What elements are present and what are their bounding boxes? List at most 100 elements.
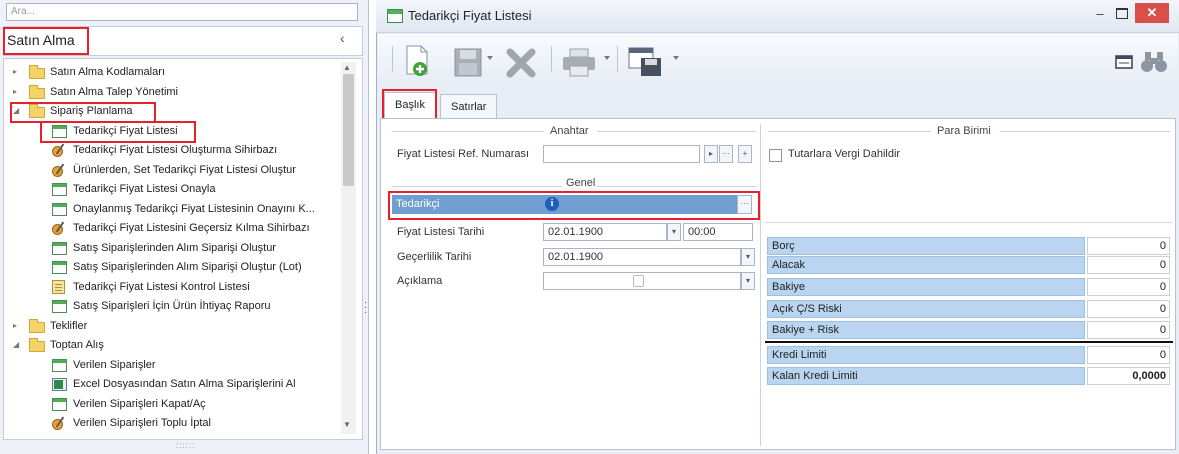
group-title-anahtar: Anahtar <box>550 125 589 137</box>
summary-value: 0 <box>1087 237 1170 255</box>
ref-number-label: Fiyat Listesi Ref. Numarası <box>397 148 530 160</box>
scroll-down-icon[interactable]: ▼ <box>343 420 351 429</box>
validity-date-input[interactable]: 02.01.1900 <box>543 248 741 266</box>
module-title: Satın Alma <box>7 32 75 48</box>
tab-baslik[interactable]: Başlık <box>384 92 436 119</box>
group-title-genel: Genel <box>566 177 596 189</box>
layout-save-icon[interactable] <box>628 46 664 78</box>
info-icon[interactable]: i <box>545 197 559 211</box>
folder-icon <box>29 319 45 333</box>
summary-label: Kredi Limiti <box>767 346 1085 364</box>
date-dropdown-icon[interactable]: ▾ <box>667 223 681 241</box>
group-line <box>598 131 756 132</box>
summary-label: Bakiye + Risk <box>767 321 1085 339</box>
print-dropdown-icon[interactable] <box>604 56 610 60</box>
save-icon[interactable] <box>454 48 482 78</box>
window-layout-icon[interactable] <box>1115 54 1133 70</box>
tree-item-label: Satış Siparişleri İçin Ürün İhtiyaç Rapo… <box>73 300 271 312</box>
summary-row-kalan-kredi: Kalan Kredi Limiti 0,0000 <box>767 367 1170 385</box>
summary-value: 0 <box>1087 321 1170 339</box>
tab-satirlar[interactable]: Satırlar <box>440 94 498 119</box>
validity-date-label: Geçerlilik Tarihi <box>397 251 472 263</box>
scroll-up-icon[interactable]: ▲ <box>343 63 351 72</box>
ref-number-input[interactable] <box>543 145 700 163</box>
wizard-icon <box>52 143 67 157</box>
window-title: Tedarikçi Fiyat Listesi <box>408 8 532 23</box>
tree-item-label: Teklifler <box>50 320 88 332</box>
tree-item-label: Tedarikçi Fiyat Listesi Onayla <box>73 183 216 195</box>
layout-dropdown-icon[interactable] <box>673 56 679 60</box>
validity-dropdown-icon[interactable]: ▾ <box>741 248 755 266</box>
summary-row-borc: Borç 0 <box>767 237 1170 255</box>
report-icon <box>52 280 65 294</box>
collapsed-arrow-icon[interactable]: ▸ <box>13 321 21 330</box>
tree-item-label: Tedarikçi Fiyat Listesi Oluşturma Sihirb… <box>73 144 278 156</box>
summary-value: 0,0000 <box>1087 367 1170 385</box>
wizard-icon <box>52 163 67 177</box>
folder-icon <box>29 85 45 99</box>
summary-row-bakiye: Bakiye 0 <box>767 278 1170 296</box>
form-icon <box>52 183 67 196</box>
new-document-icon[interactable] <box>404 44 432 78</box>
tedarikci-input[interactable] <box>539 195 737 214</box>
form-icon <box>52 359 67 372</box>
folder-icon <box>29 65 45 79</box>
group-line <box>392 131 544 132</box>
search-input[interactable]: Ara... <box>6 3 358 21</box>
summary-value: 0 <box>1087 256 1170 274</box>
price-list-time-input[interactable]: 00:00 <box>683 223 753 241</box>
wizard-icon <box>52 221 67 235</box>
summary-top-line <box>765 222 1173 223</box>
binoculars-icon[interactable] <box>1139 50 1169 74</box>
tree-item-label: Satın Alma Kodlamaları <box>50 66 165 78</box>
expanded-arrow-icon[interactable]: ◢ <box>13 106 21 115</box>
tree-item-label: Verilen Siparişleri Kapat/Aç <box>73 398 206 410</box>
panel-divider <box>760 124 761 446</box>
tree-item-label: Satış Siparişlerinden Alım Siparişi Oluş… <box>73 261 302 273</box>
summary-label: Kalan Kredi Limiti <box>767 367 1085 385</box>
group-line <box>1000 131 1170 132</box>
ref-add-button[interactable]: + <box>738 145 752 163</box>
tree-item-label: Tedarikçi Fiyat Listesini Geçersiz Kılma… <box>73 222 310 234</box>
description-dropdown-icon[interactable]: ▾ <box>741 272 755 290</box>
tree-item-label: Onaylanmış Tedarikçi Fiyat Listesinin On… <box>73 203 315 215</box>
summary-label: Alacak <box>767 256 1085 274</box>
maximize-button[interactable] <box>1116 8 1128 19</box>
tree-item-label: Sipariş Planlama <box>50 105 133 117</box>
toolbar-separator <box>551 46 552 72</box>
tree-item-label: Satış Siparişlerinden Alım Siparişi Oluş… <box>73 242 276 254</box>
collapse-panel-icon[interactable]: ‹ <box>340 30 345 46</box>
tedarikci-lookup-button[interactable]: ··· <box>737 195 752 214</box>
toolbar-separator <box>617 46 618 72</box>
price-list-date-input[interactable]: 02.01.1900 <box>543 223 667 241</box>
expanded-arrow-icon[interactable]: ◢ <box>13 340 21 349</box>
minimize-button[interactable]: – <box>1090 6 1110 24</box>
summary-row-bakiye-risk: Bakiye + Risk 0 <box>767 321 1170 339</box>
form-icon <box>52 203 67 216</box>
collapsed-arrow-icon[interactable]: ▸ <box>13 87 21 96</box>
folder-icon <box>29 338 45 352</box>
tree-item-label: Ürünlerden, Set Tedarikçi Fiyat Listesi … <box>73 164 296 176</box>
tax-included-checkbox[interactable] <box>769 149 782 162</box>
tree-item-label: Toptan Alış <box>50 339 104 351</box>
close-button[interactable]: ✕ <box>1135 3 1169 23</box>
summary-label: Bakiye <box>767 278 1085 296</box>
tree-scrollbar-thumb[interactable] <box>343 74 354 186</box>
summary-row-acik-risk: Açık Ç/S Riski 0 <box>767 300 1170 318</box>
summary-label: Borç <box>767 237 1085 255</box>
tree-item-label: Verilen Siparişler <box>73 359 156 371</box>
form-icon <box>52 125 67 138</box>
panel-resize-grip[interactable]: :::::: <box>176 441 195 450</box>
delete-icon[interactable] <box>506 48 536 78</box>
form-icon <box>52 300 67 313</box>
collapsed-arrow-icon[interactable]: ▸ <box>13 67 21 76</box>
ref-next-button[interactable]: ▸ <box>704 145 718 163</box>
tax-included-label: Tutarlara Vergi Dahildir <box>788 148 901 160</box>
print-icon[interactable] <box>562 48 596 78</box>
ref-lookup-button[interactable]: ··· <box>719 145 733 163</box>
price-list-date-label: Fiyat Listesi Tarihi <box>397 226 485 238</box>
group-line <box>597 186 757 187</box>
splitter-grip-icon[interactable]: · · · <box>364 298 367 318</box>
form-icon <box>52 261 67 274</box>
save-dropdown-icon[interactable] <box>487 56 493 60</box>
